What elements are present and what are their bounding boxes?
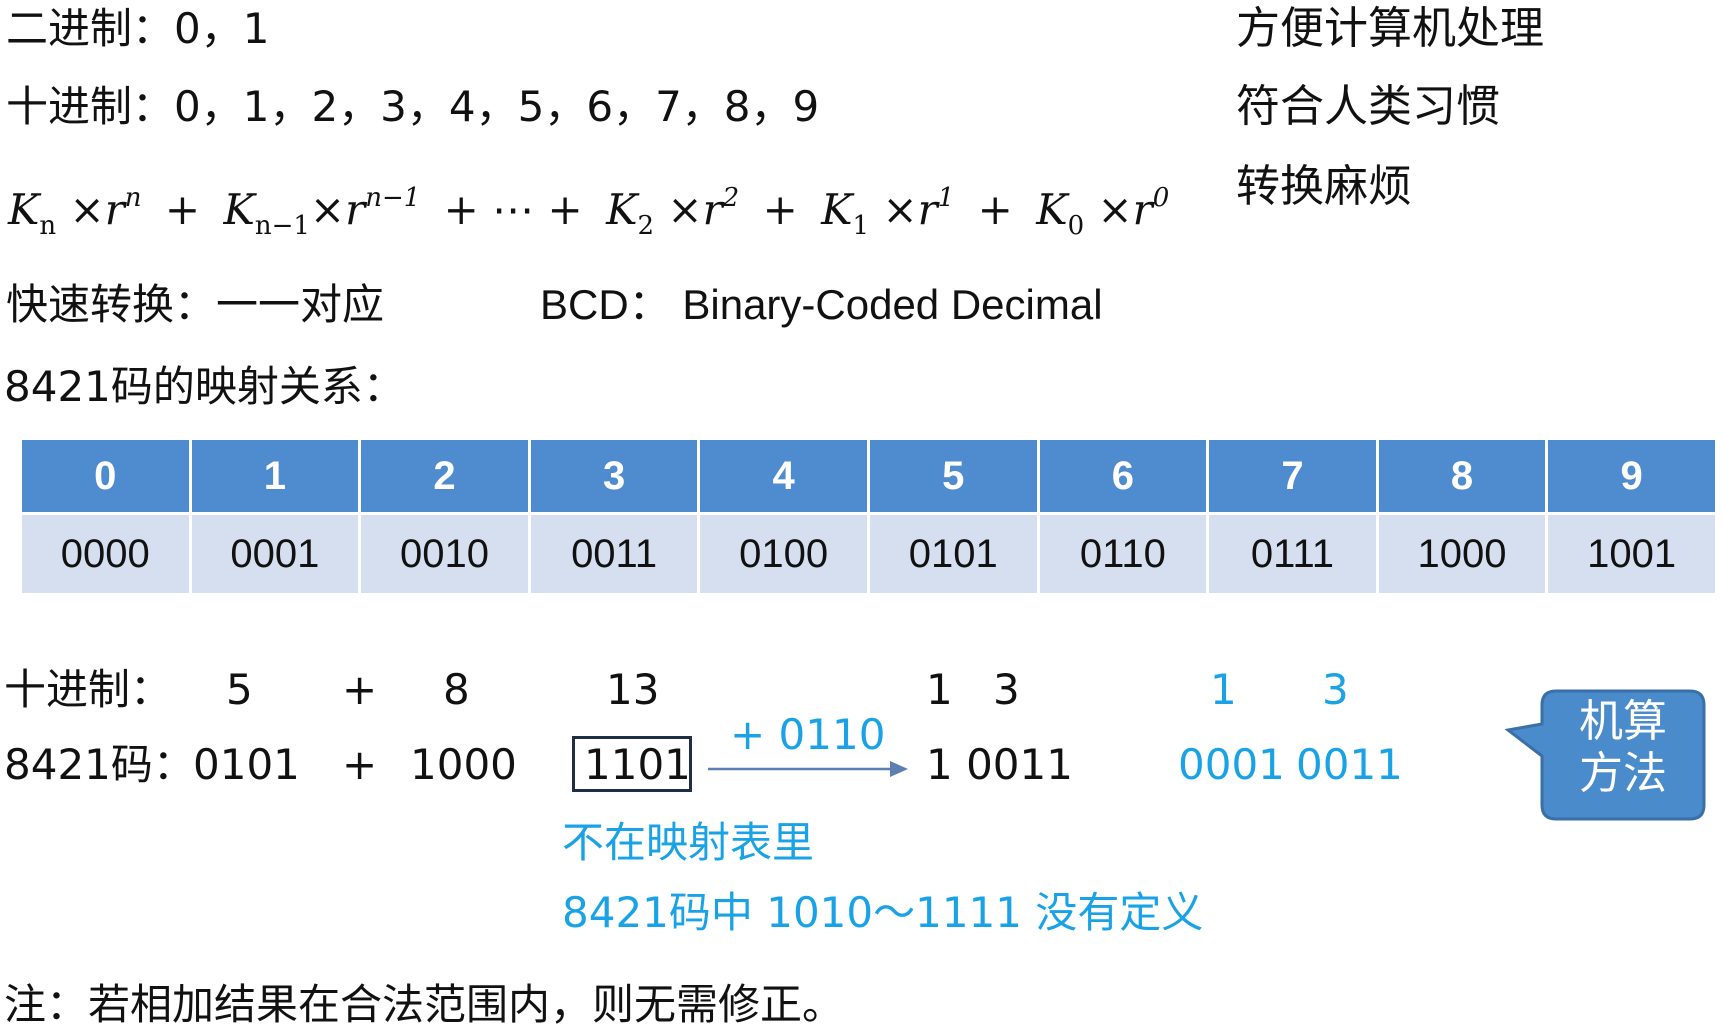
digit-row: 0 1 2 3 4 5 6 7 8 9 [19, 437, 1718, 515]
correction-arrow [708, 761, 908, 777]
digit-cell: 9 [1545, 437, 1718, 515]
final-code-ones: 0011 [1296, 740, 1403, 789]
decimal-label: 十进制： [6, 82, 175, 131]
formula-term-2: K2 ×r2 [606, 183, 740, 241]
example-sum-decimal: 13 [606, 665, 660, 714]
binary-digits: 0，1 [174, 4, 270, 53]
quick-value: 一一对应 [216, 280, 385, 329]
bcd-label: BCD： [540, 281, 671, 328]
example-b-code: 1000 [410, 740, 517, 789]
digit-cell: 5 [866, 437, 1040, 515]
code-cell: 0111 [1206, 512, 1379, 596]
example-a-decimal: 5 [226, 665, 253, 714]
result-decimal-tens: 1 [926, 665, 953, 714]
undefined-codes-note: 8421码中 1010～1111 没有定义 [562, 888, 1204, 937]
code-cell: 0000 [19, 512, 192, 596]
example-plus-decimal: + [342, 665, 378, 714]
digit-cell: 6 [1036, 437, 1210, 515]
example-code-label: 8421码： [4, 740, 195, 789]
final-decimal-ones: 3 [1322, 665, 1349, 714]
formula-term-1: K1 ×r1 [821, 183, 955, 241]
code-row: 0000 0001 0010 0011 0100 0101 0110 0111 … [19, 512, 1718, 596]
formula-term-n-1: Kn−1×rn−1 [223, 183, 421, 241]
corrected-code: 1 0011 [926, 740, 1073, 789]
code-cell: 0110 [1036, 512, 1210, 596]
digit-cell: 0 [19, 437, 192, 515]
decimal-line: 十进制：0，1，2，3，4，5，6，7，8，9 [6, 82, 819, 132]
quick-conversion-line: 快速转换：一一对应 [6, 280, 384, 330]
final-decimal-tens: 1 [1210, 665, 1237, 714]
binary-line: 二进制：0，1 [6, 4, 269, 54]
example-plus-code: + [342, 740, 378, 789]
digit-cell: 1 [188, 437, 362, 515]
digit-cell: 3 [527, 437, 701, 515]
correction-value: + 0110 [730, 710, 886, 759]
binary-note: 方便计算机处理 [1236, 3, 1544, 54]
digit-cell: 7 [1206, 437, 1379, 515]
decimal-note: 符合人类习惯 [1236, 81, 1500, 132]
positional-formula: Kn ×rn + Kn−1×rn−1 + ⋯ + K2 ×r2 + K1 ×r1… [8, 183, 1170, 241]
code-cell: 0100 [697, 512, 870, 596]
example-decimal-label: 十进制： [4, 665, 173, 714]
code-cell: 0011 [527, 512, 701, 596]
quick-label: 快速转换： [6, 280, 217, 329]
mapping-title: 8421码的映射关系： [4, 362, 405, 411]
bcd-mapping-table: 0 1 2 3 4 5 6 7 8 9 0000 0001 0010 0011 … [19, 437, 1718, 596]
code-cell: 0001 [188, 512, 362, 596]
example-a-code: 0101 [193, 740, 300, 789]
example-b-decimal: 8 [443, 665, 470, 714]
final-code-tens: 0001 [1178, 740, 1285, 789]
formula-term-n: Kn ×rn [8, 183, 142, 241]
code-cell: 1001 [1545, 512, 1718, 596]
code-cell: 0101 [866, 512, 1040, 596]
callout-label: 机算方法 [1579, 696, 1667, 799]
formula-note: 转换麻烦 [1236, 161, 1412, 212]
footnote: 注：若相加结果在合法范围内，则无需修正。 [4, 980, 845, 1029]
binary-label: 二进制： [6, 4, 175, 53]
bcd-definition: BCD： Binary-Coded Decimal [540, 280, 1103, 330]
result-decimal-ones: 3 [993, 665, 1020, 714]
code-cell: 1000 [1375, 512, 1549, 596]
formula-term-0: K0 ×r0 [1036, 183, 1170, 241]
digit-cell: 8 [1375, 437, 1549, 515]
bcd-full-name: Binary-Coded Decimal [682, 281, 1103, 328]
not-in-table-note: 不在映射表里 [562, 818, 815, 867]
code-cell: 0010 [358, 512, 531, 596]
decimal-digits: 0，1，2，3，4，5，6，7，8，9 [174, 82, 820, 131]
example-sum-code: 1101 [584, 740, 691, 789]
digit-cell: 4 [697, 437, 870, 515]
digit-cell: 2 [358, 437, 531, 515]
